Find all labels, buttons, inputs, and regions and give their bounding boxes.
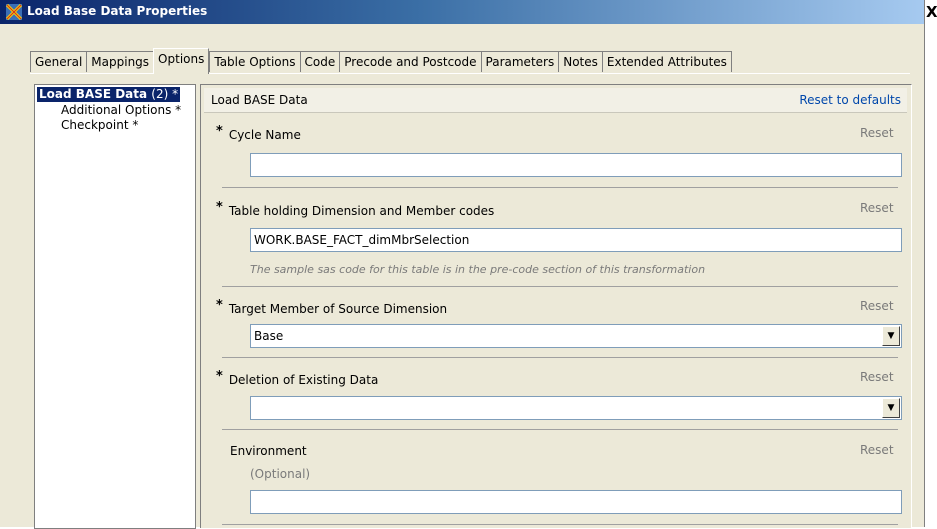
target-member-select[interactable]: Base ▼ <box>250 324 902 348</box>
chevron-down-icon[interactable]: ▼ <box>882 326 900 346</box>
target-member-reset-link[interactable]: Reset <box>860 299 894 313</box>
chevron-down-icon[interactable]: ▼ <box>882 398 900 418</box>
environment-optional-note: (Optional) <box>250 467 311 481</box>
close-icon[interactable]: X <box>926 4 937 20</box>
deletion-label: * Deletion of Existing Data <box>216 369 379 387</box>
cycle-name-reset-link[interactable]: Reset <box>860 126 894 140</box>
field-divider <box>222 286 898 287</box>
tree-item-checkpoint[interactable]: Checkpoint * <box>61 118 138 133</box>
transform-icon <box>6 4 22 20</box>
tree-item-additional-options[interactable]: Additional Options * <box>61 103 181 118</box>
tab-options[interactable]: Options <box>153 48 210 74</box>
field-divider <box>222 524 898 525</box>
required-marker: * <box>216 369 223 384</box>
dimension-table-hint: The sample sas code for this table is in… <box>250 263 706 276</box>
options-tree[interactable]: Load BASE Data (2) * Additional Options … <box>34 84 196 529</box>
tab-general[interactable]: General <box>30 51 87 72</box>
dimension-table-reset-link[interactable]: Reset <box>860 201 894 215</box>
tab-bar: General Mappings Options Table Options C… <box>30 48 732 74</box>
target-member-value: Base <box>254 329 284 343</box>
dimension-table-label: * Table holding Dimension and Member code… <box>216 200 495 218</box>
field-divider <box>222 429 898 430</box>
deletion-reset-link[interactable]: Reset <box>860 370 894 384</box>
dialog-window: Load Base Data Properties General Mappin… <box>0 0 925 529</box>
tab-parameters[interactable]: Parameters <box>480 51 559 72</box>
deletion-select[interactable]: ▼ <box>250 396 902 420</box>
tab-precode-postcode[interactable]: Precode and Postcode <box>339 51 481 72</box>
required-marker: * <box>216 298 223 313</box>
window-title: Load Base Data Properties <box>27 4 208 18</box>
tab-table-options[interactable]: Table Options <box>209 51 300 72</box>
tree-item-load-base-data[interactable]: Load BASE Data (2) * <box>37 87 181 102</box>
target-member-label: * Target Member of Source Dimension <box>216 298 448 316</box>
environment-label: Environment <box>230 444 307 458</box>
title-bar[interactable]: Load Base Data Properties <box>0 0 924 24</box>
tab-extended-attributes[interactable]: Extended Attributes <box>601 51 732 72</box>
tree-item-label: Load BASE Data <box>39 87 148 101</box>
required-marker: * <box>216 124 223 139</box>
tab-mappings[interactable]: Mappings <box>86 51 154 72</box>
cycle-name-label: * Cycle Name <box>216 124 301 142</box>
tab-notes[interactable]: Notes <box>558 51 602 72</box>
dimension-table-input[interactable]: WORK.BASE_FACT_dimMbrSelection <box>250 228 902 252</box>
environment-reset-link[interactable]: Reset <box>860 443 894 457</box>
section-title: Load BASE Data <box>211 93 308 107</box>
cycle-name-input[interactable] <box>250 153 902 177</box>
field-divider <box>222 187 898 188</box>
tab-code[interactable]: Code <box>299 51 340 72</box>
tree-item-count: (2) * <box>151 87 179 101</box>
required-marker: * <box>216 200 223 215</box>
section-header: Load BASE Data Reset to defaults <box>204 88 907 113</box>
reset-to-defaults-link[interactable]: Reset to defaults <box>799 93 901 107</box>
field-divider <box>222 357 898 358</box>
environment-input[interactable] <box>250 490 902 514</box>
